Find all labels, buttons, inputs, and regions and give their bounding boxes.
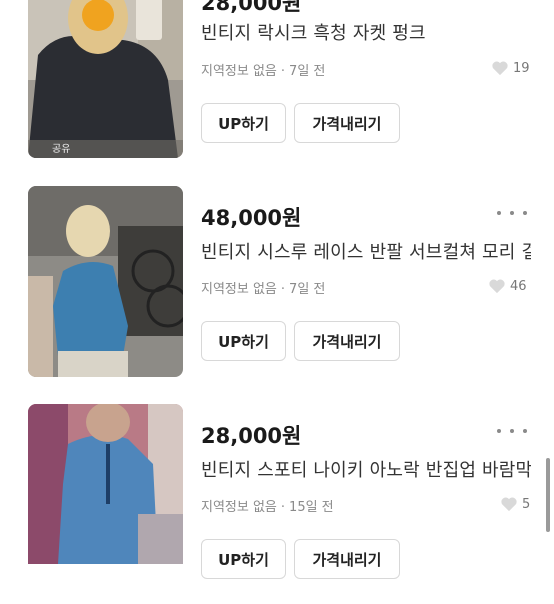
heart-icon bbox=[492, 61, 508, 76]
listing-title[interactable]: 빈티지 시스루 레이스 반팔 서브컬쳐 모리 걸 bbox=[201, 238, 531, 264]
listing-title[interactable]: 빈티지 스포티 나이키 아노락 반집업 바람막이 bbox=[201, 456, 531, 482]
separator-dot: · bbox=[280, 64, 286, 79]
listing-time: 15일 전 bbox=[289, 500, 334, 515]
listing-item[interactable]: 48,000원 빈티지 시스루 레이스 반팔 서브컬쳐 모리 걸 지역정보 없음… bbox=[0, 186, 554, 386]
lower-price-button[interactable]: 가격내리기 bbox=[294, 539, 400, 579]
listing-thumbnail[interactable] bbox=[28, 404, 183, 564]
listing-time: 7일 전 bbox=[289, 282, 326, 297]
listing-item[interactable]: 28,000원 빈티지 스포티 나이키 아노락 반집업 바람막이 지역정보 없음… bbox=[0, 404, 554, 604]
listing-item[interactable]: 공유 빈티지 락시크 흑청 자켓 펑크 지역정보 없음 · 7일 전 19 UP하기… bbox=[0, 0, 554, 200]
more-options-icon[interactable] bbox=[497, 205, 527, 221]
listing-title[interactable]: 빈티지 락시크 흑청 자켓 펑크 bbox=[201, 19, 531, 45]
listing-thumbnail[interactable] bbox=[28, 186, 183, 377]
separator-dot: · bbox=[280, 282, 286, 297]
listing-thumbnail[interactable]: 공유 bbox=[28, 0, 183, 158]
heart-icon bbox=[501, 497, 517, 512]
scrollbar[interactable] bbox=[546, 458, 550, 532]
thumbnail-image bbox=[28, 404, 183, 564]
separator-dot: · bbox=[280, 500, 286, 515]
listing-time: 7일 전 bbox=[289, 64, 326, 79]
like-number: 5 bbox=[522, 496, 531, 512]
lower-price-button[interactable]: 가격내리기 bbox=[294, 321, 400, 361]
like-number: 46 bbox=[510, 278, 527, 294]
up-button[interactable]: UP하기 bbox=[201, 103, 286, 143]
listing-location: 지역정보 없음 bbox=[201, 282, 277, 297]
like-number: 19 bbox=[513, 60, 530, 76]
listing-meta: 지역정보 없음 · 15일 전 bbox=[201, 496, 334, 515]
like-count[interactable]: 19 bbox=[491, 60, 530, 76]
heart-icon bbox=[489, 279, 505, 294]
listing-price: 28,000원 bbox=[201, 424, 302, 448]
thumbnail-image bbox=[28, 186, 183, 377]
more-options-icon[interactable] bbox=[497, 423, 527, 439]
listing-price: 28,000원 bbox=[201, 0, 302, 15]
thumbnail-image bbox=[28, 0, 183, 158]
listing-meta: 지역정보 없음 · 7일 전 bbox=[201, 278, 325, 297]
listing-price: 48,000원 bbox=[201, 206, 302, 230]
listing-meta: 지역정보 없음 · 7일 전 bbox=[201, 60, 325, 79]
listing-location: 지역정보 없음 bbox=[201, 64, 277, 79]
share-caption: 공유 bbox=[52, 144, 71, 155]
up-button[interactable]: UP하기 bbox=[201, 539, 286, 579]
lower-price-button[interactable]: 가격내리기 bbox=[294, 103, 400, 143]
like-count[interactable]: 46 bbox=[488, 278, 527, 294]
like-count[interactable]: 5 bbox=[500, 496, 530, 512]
up-button[interactable]: UP하기 bbox=[201, 321, 286, 361]
listing-location: 지역정보 없음 bbox=[201, 500, 277, 515]
